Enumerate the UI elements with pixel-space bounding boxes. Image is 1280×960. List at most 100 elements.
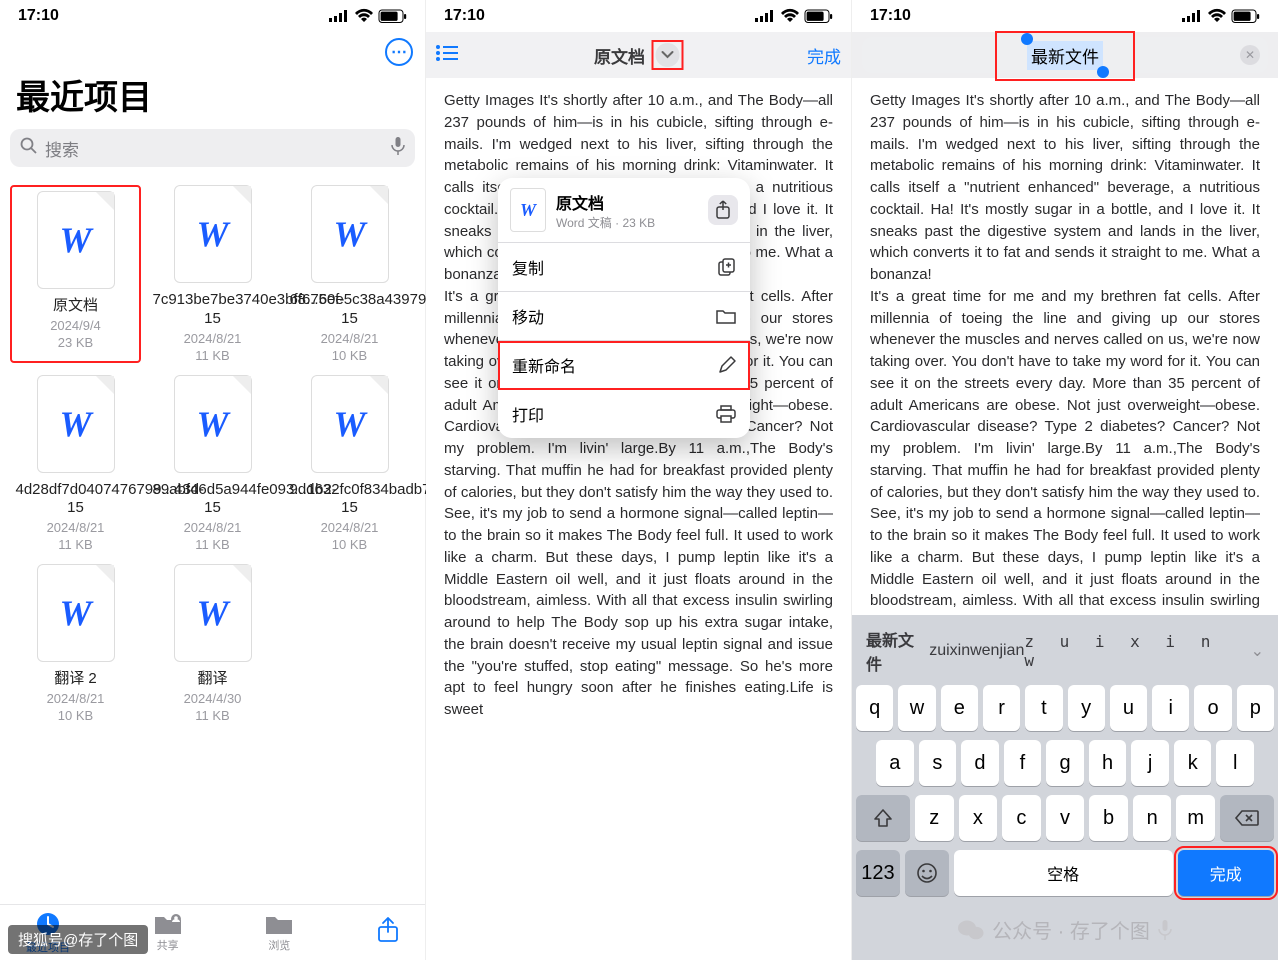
signal-icon [1182, 10, 1202, 22]
page-title: 最近项目 [0, 66, 425, 129]
file-item[interactable]: W 4d28df7d0407476799...43d-15 2024/8/21 … [10, 375, 141, 553]
file-name: 6f6760e5c38a439797...2dc-15 [290, 291, 410, 329]
file-item[interactable]: W 6f6760e5c38a439797...2dc-15 2024/8/21 … [284, 185, 415, 363]
search-icon [20, 137, 37, 159]
menu-share-button[interactable] [708, 195, 738, 225]
candidate-bar[interactable]: 最新文件 zuixinwenjian z u i x i n w ⌄ [856, 621, 1274, 685]
key-c[interactable]: c [1002, 795, 1041, 841]
key-b[interactable]: b [1089, 795, 1128, 841]
key-shift[interactable] [856, 795, 910, 841]
candidate-selected[interactable]: 最新文件 [866, 627, 929, 675]
wifi-icon [355, 10, 373, 22]
key-number-mode[interactable]: 123 [856, 850, 900, 896]
rename-input[interactable]: 最新文件 ✕ [862, 37, 1268, 73]
document-body: Getty Images It's shortly after 10 a.m.,… [852, 78, 1278, 615]
key-backspace[interactable] [1220, 795, 1274, 841]
folder-icon [265, 913, 293, 935]
menu-copy[interactable]: 复制 [498, 243, 750, 292]
copy-icon [718, 258, 736, 276]
key-l[interactable]: l [1216, 740, 1254, 786]
clock: 17:10 [870, 7, 911, 25]
file-item[interactable]: W 原文档 2024/9/4 23 KB [10, 185, 141, 363]
file-date: 2024/8/21 [321, 331, 379, 346]
file-thumb-icon: W [510, 188, 546, 232]
battery-icon [805, 10, 833, 23]
doc-title: 原文档 [594, 43, 645, 68]
key-d[interactable]: d [961, 740, 999, 786]
key-u[interactable]: u [1110, 685, 1147, 731]
signal-icon [755, 10, 775, 22]
tab-browse[interactable]: 浏览 [265, 913, 293, 953]
key-t[interactable]: t [1025, 685, 1062, 731]
menu-move[interactable]: 移动 [498, 292, 750, 341]
file-item[interactable]: W 9dd632fc0f834badb7...caa-15 2024/8/21 … [284, 375, 415, 553]
battery-icon [379, 10, 407, 23]
key-m[interactable]: m [1176, 795, 1215, 841]
file-item[interactable]: W 89abf46d5a944fe093...1b2-15 2024/8/21 … [147, 375, 278, 553]
key-h[interactable]: h [1089, 740, 1127, 786]
battery-icon [1232, 10, 1260, 23]
key-o[interactable]: o [1194, 685, 1231, 731]
chevron-down-icon[interactable] [655, 43, 679, 67]
share-button[interactable] [377, 917, 399, 948]
key-j[interactable]: j [1131, 740, 1169, 786]
tab-shared[interactable]: 共享 [154, 913, 182, 953]
key-k[interactable]: k [1174, 740, 1212, 786]
rename-pane: 17:10 最新文件 ✕ Getty Images It's shortly a… [852, 0, 1278, 960]
menu-rename[interactable]: 重新命名 [498, 341, 750, 390]
menu-print[interactable]: 打印 [498, 390, 750, 438]
key-done[interactable]: 完成 [1178, 850, 1274, 896]
file-size: 11 KB [195, 348, 229, 363]
status-bar: 17:10 [852, 0, 1278, 32]
word-file-icon: W [311, 375, 389, 473]
key-w[interactable]: w [898, 685, 935, 731]
wechat-attribution: 公众号 · 存了个图 [856, 905, 1274, 950]
status-bar: 17:10 [0, 0, 425, 32]
key-space[interactable]: 空格 [954, 850, 1173, 896]
word-file-icon: W [37, 375, 115, 473]
key-p[interactable]: p [1237, 685, 1274, 731]
menu-header: W 原文档 Word 文稿 · 23 KB [498, 178, 750, 243]
file-date: 2024/9/4 [50, 318, 101, 333]
clock: 17:10 [18, 7, 59, 25]
file-size: 10 KB [332, 348, 367, 363]
file-item[interactable]: W 翻译 2 2024/8/21 10 KB [10, 564, 141, 723]
done-button[interactable]: 完成 [807, 43, 841, 68]
word-file-icon: W [174, 375, 252, 473]
more-actions-button[interactable]: ⋯ [385, 38, 413, 66]
shift-icon [874, 809, 892, 827]
key-v[interactable]: v [1046, 795, 1085, 841]
search-input[interactable]: 搜索 [10, 129, 415, 167]
key-emoji[interactable] [905, 850, 949, 896]
key-n[interactable]: n [1133, 795, 1172, 841]
file-item[interactable]: W 翻译 2024/4/30 11 KB [147, 564, 278, 723]
status-icons [1182, 10, 1260, 23]
mic-icon[interactable] [391, 137, 405, 160]
key-i[interactable]: i [1152, 685, 1189, 731]
chevron-down-icon[interactable]: ⌄ [1251, 641, 1264, 661]
folder-icon [716, 308, 736, 324]
clear-icon[interactable]: ✕ [1240, 45, 1260, 65]
file-name: 7c913be7be3740e3bf8...5ef-15 [153, 291, 273, 329]
backspace-icon [1235, 810, 1259, 826]
key-r[interactable]: r [983, 685, 1020, 731]
file-name: 4d28df7d0407476799...43d-15 [16, 481, 136, 519]
status-icons [755, 10, 833, 23]
candidate-letters[interactable]: z u i x i n w [1024, 632, 1250, 670]
candidate-pinyin[interactable]: zuixinwenjian [929, 642, 1024, 660]
clock: 17:10 [444, 7, 485, 25]
list-icon[interactable] [436, 45, 458, 66]
key-e[interactable]: e [941, 685, 978, 731]
share-icon [716, 201, 730, 219]
file-item[interactable]: W 7c913be7be3740e3bf8...5ef-15 2024/8/21… [147, 185, 278, 363]
key-x[interactable]: x [959, 795, 998, 841]
rename-value: 最新文件 [1027, 41, 1103, 70]
status-bar: 17:10 [426, 0, 851, 32]
key-y[interactable]: y [1068, 685, 1105, 731]
key-a[interactable]: a [876, 740, 914, 786]
key-g[interactable]: g [1046, 740, 1084, 786]
key-f[interactable]: f [1004, 740, 1042, 786]
key-q[interactable]: q [856, 685, 893, 731]
key-s[interactable]: s [919, 740, 957, 786]
key-z[interactable]: z [915, 795, 954, 841]
